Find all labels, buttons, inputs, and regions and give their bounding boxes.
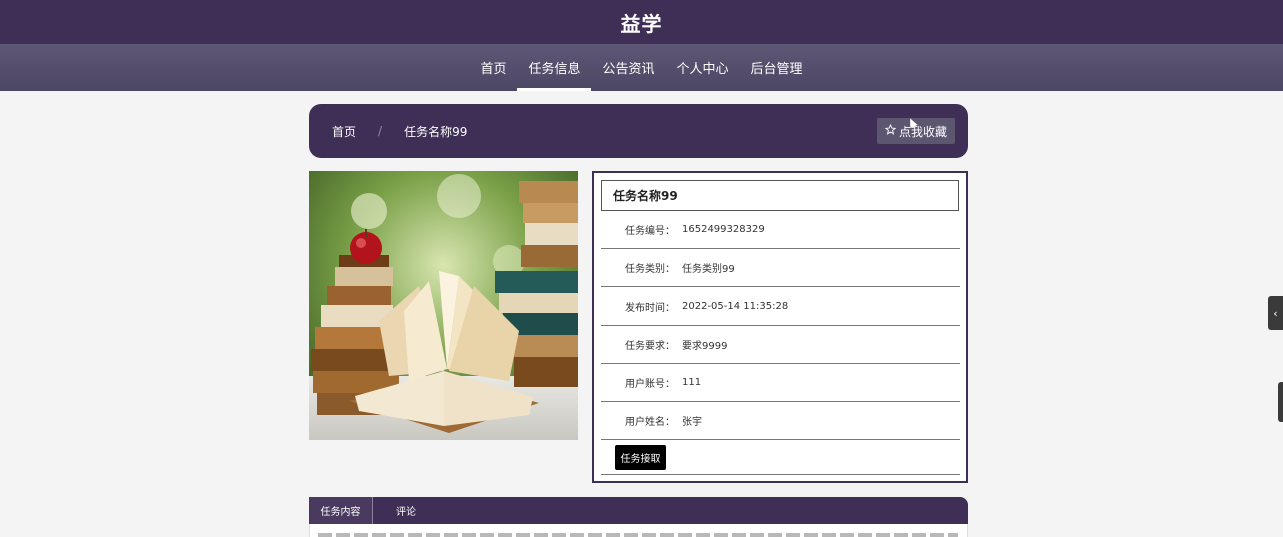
site-header: 益学 [0,0,1283,44]
row-value: 任务类别99 [682,264,735,275]
user-name-row: 用户姓名： 张宇 [601,402,960,440]
nav-item-profile[interactable]: 个人中心 [666,44,740,91]
row-value: 1652499328329 [682,224,765,235]
task-content-area [309,524,968,537]
task-requirement-row: 任务要求： 要求9999 [601,326,960,364]
task-image [309,171,578,440]
breadcrumb: 首页 / 任务名称99 点我收藏 [309,104,968,158]
site-title: 益学 [620,11,663,36]
accept-task-button[interactable]: 任务接取 [615,445,666,470]
nav-item-label: 首页 [480,62,507,77]
chevron-left-icon: ‹ [1273,306,1278,320]
side-widget-handle[interactable] [1278,382,1283,422]
row-value: 张宇 [682,417,702,428]
task-info-panel: 任务名称99 任务编号： 1652499328329 任务类别： 任务类别99 … [592,171,968,483]
side-toggle-button[interactable]: ‹ [1268,296,1283,330]
row-label: 任务要求： [625,341,675,352]
favorite-label: 点我收藏 [898,124,947,139]
nav-item-label: 个人中心 [676,62,729,77]
nav-item-home[interactable]: 首页 [469,44,517,91]
breadcrumb-current: 任务名称99 [404,124,468,139]
row-label: 任务类别： [625,264,675,275]
breadcrumb-separator: / [378,124,383,138]
nav-item-label: 任务信息 [528,62,581,77]
nav-item-label: 后台管理 [750,62,803,77]
detail-tabs: 任务内容 评论 [309,497,968,524]
publish-time-row: 发布时间： 2022-05-14 11:35:28 [601,288,960,326]
tab-comments[interactable]: 评论 [373,497,439,524]
row-label: 用户姓名： [625,417,675,428]
row-label: 用户账号： [625,379,675,390]
row-value: 要求9999 [682,341,728,352]
accept-row: 任务接取 [601,441,960,475]
user-account-row: 用户账号： 111 [601,364,960,402]
breadcrumb-home-link[interactable]: 首页 [332,123,356,140]
tab-task-content[interactable]: 任务内容 [309,497,373,524]
row-label: 发布时间： [625,303,675,314]
nav-item-tasks[interactable]: 任务信息 [517,44,592,91]
main-nav: 首页 任务信息 公告资讯 个人中心 后台管理 [0,44,1283,91]
nav-item-label: 公告资讯 [602,62,655,77]
task-number-row: 任务编号： 1652499328329 [601,211,960,249]
row-label: 任务编号： [625,226,675,237]
nav-item-admin[interactable]: 后台管理 [740,44,814,91]
task-category-row: 任务类别： 任务类别99 [601,249,960,287]
content-text-cropped [318,533,958,537]
nav-item-news[interactable]: 公告资讯 [591,44,665,91]
task-title: 任务名称99 [601,180,959,211]
row-value: 111 [682,377,702,388]
star-outline-icon [884,123,897,138]
row-value: 2022-05-14 11:35:28 [682,301,789,312]
